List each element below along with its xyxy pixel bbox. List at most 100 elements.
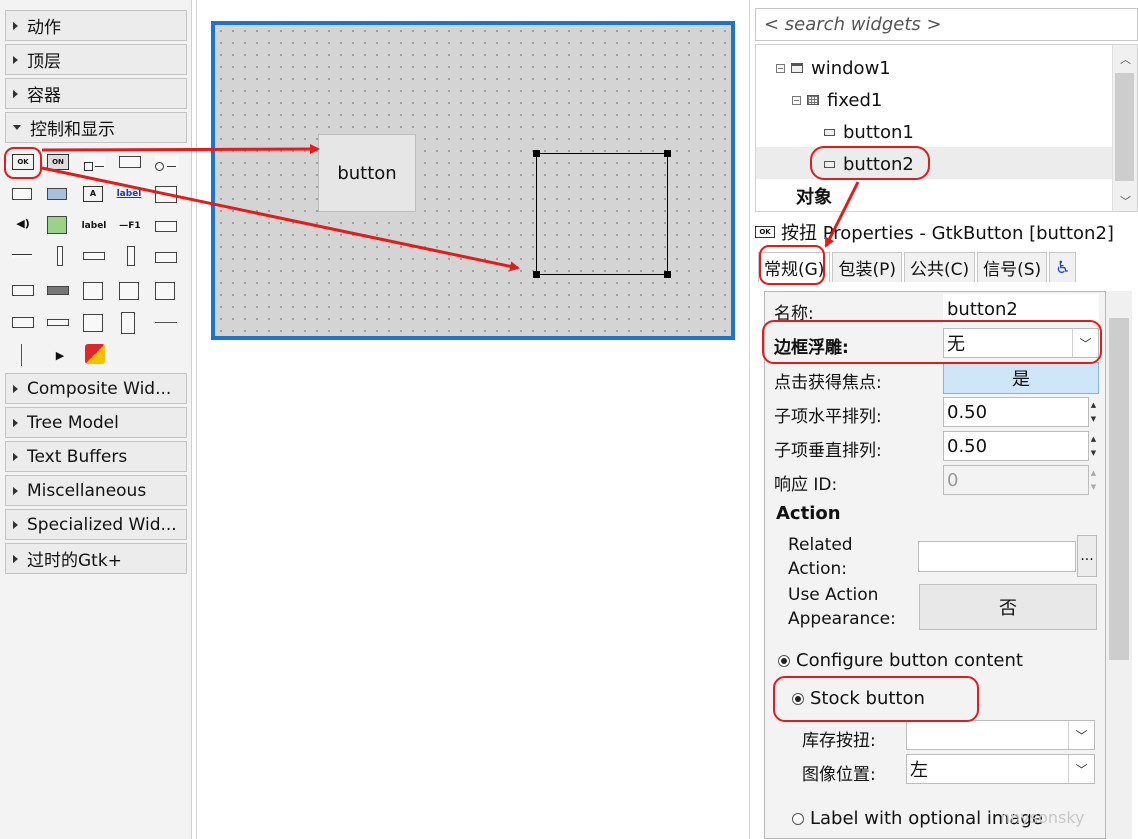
related-action-label-line2: Action:: [788, 559, 847, 579]
tree-scroll-thumb[interactable]: [1115, 73, 1134, 181]
combo-box-widget-icon[interactable]: [155, 252, 177, 263]
vscrollbar-widget-icon[interactable]: [127, 246, 135, 266]
palette-category-deprecated[interactable]: 过时的Gtk+: [5, 543, 187, 574]
scale-button-widget-icon[interactable]: [155, 186, 177, 203]
tree-row-fixed1[interactable]: − fixed1: [792, 85, 882, 115]
spin-arrows-icon[interactable]: ▲ ▼: [1088, 398, 1099, 428]
file-chooser-widget-icon[interactable]: [12, 188, 32, 200]
watermark: nnysonsky: [1000, 808, 1085, 827]
radio-button-widget-icon[interactable]: [155, 156, 179, 171]
progress-bar-widget-icon[interactable]: [47, 286, 69, 295]
yalign-spin[interactable]: 0.50 ▲ ▼: [943, 431, 1096, 461]
palette-category-text-buffers[interactable]: Text Buffers: [5, 441, 187, 472]
image-position-label: 图像位置:: [802, 765, 876, 785]
collapsed-triangle-icon: [13, 418, 18, 427]
canvas-button2-selected[interactable]: [533, 150, 671, 278]
collapse-icon[interactable]: −: [776, 63, 785, 73]
button-type-icon: OK: [755, 226, 775, 238]
icon-view-widget-icon[interactable]: [155, 282, 175, 300]
toggle-button-widget-icon[interactable]: ON: [47, 154, 69, 170]
stock-id-combo[interactable]: ﹀: [906, 720, 1095, 750]
palette-category-composite[interactable]: Composite Wid...: [5, 373, 187, 404]
entry-widget-icon[interactable]: [155, 221, 177, 232]
resize-handle[interactable]: [533, 271, 540, 278]
statusbar-widget-icon[interactable]: [12, 317, 34, 328]
scroll-up-icon[interactable]: ︿: [1120, 51, 1131, 67]
tree-row-button1[interactable]: button1: [824, 117, 914, 147]
hscrollbar-widget-icon[interactable]: [83, 252, 105, 260]
related-action-field[interactable]: [918, 541, 1076, 572]
palette-category-tree-model[interactable]: Tree Model: [5, 407, 187, 438]
canvas-button1[interactable]: button: [318, 134, 416, 212]
palette-category-containers[interactable]: 容器: [5, 78, 187, 109]
label-widget-icon[interactable]: label: [81, 218, 107, 234]
arrow-widget-icon[interactable]: ▶: [49, 348, 71, 364]
volume-button-widget-icon[interactable]: ◀): [12, 216, 34, 232]
palette-category-miscellaneous[interactable]: Miscellaneous: [5, 475, 187, 506]
resize-handle[interactable]: [664, 150, 671, 157]
chevron-down-icon[interactable]: ﹀: [1068, 755, 1094, 783]
properties-scroll-thumb[interactable]: [1109, 318, 1129, 660]
tree-row-window1[interactable]: − window1: [776, 53, 891, 83]
annotation-ring-stock-button: [773, 676, 979, 722]
fixed-container-icon: [807, 95, 819, 105]
xalign-label: 子项水平排列:: [774, 407, 882, 427]
hseparator-widget-icon[interactable]: [155, 322, 177, 323]
spin-arrows-icon[interactable]: ▲ ▼: [1088, 432, 1099, 462]
focus-on-click-label: 点击获得焦点:: [774, 373, 882, 393]
response-id-label: 响应 ID:: [774, 475, 838, 495]
image-position-combo[interactable]: 左 ﹀: [906, 754, 1095, 784]
search-widgets-input[interactable]: < search widgets >: [755, 8, 1138, 41]
tree-view-widget-icon[interactable]: [119, 282, 139, 300]
accel-label-widget-icon[interactable]: —F1: [117, 218, 143, 234]
text-view-widget-icon[interactable]: [83, 282, 103, 300]
palette-category-control-display[interactable]: 控制和显示: [5, 112, 187, 143]
radio-selected-icon: [778, 654, 790, 667]
action-section-header: Action: [776, 503, 841, 524]
menu-widget-icon[interactable]: [121, 312, 135, 334]
spin-arrows-icon[interactable]: ▲ ▼: [1088, 466, 1099, 496]
radio-unselected-icon: [792, 812, 804, 825]
related-action-label-line1: Related: [788, 535, 853, 555]
widget-tree: − window1 − fixed1 button1 button2 对象 ︿ …: [755, 44, 1138, 212]
combo-entry-widget-icon[interactable]: [12, 285, 34, 296]
image-widget-icon[interactable]: [47, 216, 67, 234]
annotation-ring-general-tab: [759, 245, 825, 285]
response-id-spin[interactable]: 0 ▲ ▼: [943, 465, 1096, 495]
collapse-icon[interactable]: −: [792, 95, 801, 105]
related-action-browse-button[interactable]: ...: [1077, 535, 1097, 577]
vscale-widget-icon[interactable]: [57, 246, 63, 266]
focus-on-click-toggle[interactable]: 是: [943, 362, 1099, 394]
calendar-widget-icon[interactable]: [83, 314, 103, 332]
hscale-widget-icon[interactable]: [12, 254, 32, 258]
font-button-widget-icon[interactable]: A: [83, 186, 103, 202]
palette-category-specialized[interactable]: Specialized Wid...: [5, 509, 187, 540]
scroll-down-icon[interactable]: ﹀: [1120, 193, 1131, 209]
palette-category-toplevels[interactable]: 顶层: [5, 44, 187, 75]
collapsed-triangle-icon: [13, 520, 18, 529]
chevron-down-icon[interactable]: ﹀: [1068, 721, 1094, 749]
xalign-spin[interactable]: 0.50 ▲ ▼: [943, 397, 1096, 427]
tree-scrollbar[interactable]: ︿ ﹀: [1112, 45, 1137, 211]
tab-accessibility-icon[interactable]: ♿: [1049, 252, 1077, 282]
tab-signals[interactable]: 信号(S): [977, 252, 1048, 282]
palette-category-actions[interactable]: 动作: [5, 10, 187, 41]
separator-entry-widget-icon[interactable]: [47, 319, 69, 326]
tab-common[interactable]: 公共(C): [903, 252, 976, 282]
check-button-widget-icon[interactable]: [84, 156, 106, 171]
collapsed-triangle-icon: [13, 452, 18, 461]
use-action-appearance-toggle[interactable]: 否: [919, 584, 1097, 630]
collapsed-triangle-icon: [13, 384, 18, 393]
collapsed-triangle-icon: [13, 554, 18, 563]
link-button-widget-icon[interactable]: label: [115, 186, 143, 202]
resize-handle[interactable]: [533, 150, 540, 157]
vseparator-widget-icon[interactable]: [21, 344, 22, 366]
tab-packing[interactable]: 包装(P): [832, 252, 902, 282]
resize-handle[interactable]: [664, 271, 671, 278]
collapsed-triangle-icon: [13, 21, 18, 30]
drawing-area-widget-icon[interactable]: [85, 344, 105, 364]
configure-button-content-radio[interactable]: Configure button content: [778, 650, 1023, 671]
spin-button-widget-icon[interactable]: [119, 156, 141, 168]
collapsed-triangle-icon: [13, 486, 18, 495]
color-button-widget-icon[interactable]: [47, 188, 67, 200]
